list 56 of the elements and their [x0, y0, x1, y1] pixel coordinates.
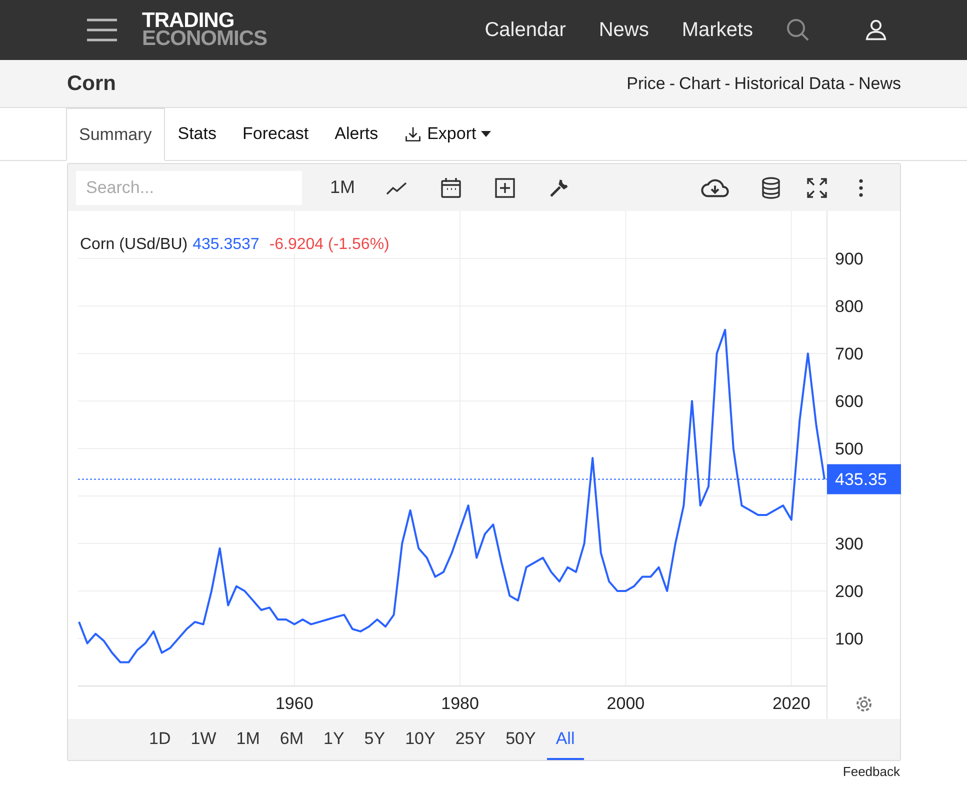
range-tab[interactable]: 1W [182, 719, 226, 760]
search-field[interactable]: Search... [76, 170, 302, 204]
axis-label: 200 [835, 582, 864, 601]
period-button[interactable]: 1M [330, 177, 356, 198]
search-icon[interactable] [786, 18, 810, 42]
menu-icon[interactable] [87, 18, 117, 42]
range-tab[interactable]: 50Y [496, 719, 545, 760]
tab[interactable]: Summary [66, 108, 165, 161]
fullscreen-icon[interactable] [805, 176, 830, 200]
feedback-link[interactable]: Feedback [0, 764, 900, 779]
ref-line-label: 435.35 [835, 470, 887, 490]
range-tab[interactable]: 10Y [396, 719, 444, 760]
tab[interactable]: Alerts [322, 108, 392, 160]
axis-label: 100 [835, 630, 864, 648]
axis-label: 900 [835, 250, 864, 268]
axis-label: 500 [835, 440, 864, 458]
axis-label: 700 [835, 344, 864, 364]
range-tab[interactable]: All [546, 719, 584, 760]
separator: - [848, 74, 854, 94]
logo[interactable]: TRADING ECONOMICS [142, 12, 268, 48]
separator: - [724, 74, 730, 94]
axis-label: 2000 [606, 694, 645, 713]
axis-label: 2020 [772, 694, 810, 713]
nav-link[interactable]: Markets [682, 18, 753, 42]
section-link[interactable]: Chart [679, 74, 721, 94]
axis-label: 600 [835, 392, 864, 411]
user-icon[interactable] [865, 19, 887, 41]
download-icon [404, 125, 422, 143]
axis-label: 800 [835, 297, 864, 316]
calendar-icon[interactable] [439, 176, 464, 200]
range-tab[interactable]: 1Y [314, 719, 354, 760]
axis-label: 1980 [441, 694, 479, 713]
section-link[interactable]: Historical Data [734, 74, 845, 94]
last-price-label: 435.35 [827, 464, 901, 494]
series-name: Corn (USd/BU) [80, 236, 188, 254]
tab[interactable]: Stats [164, 108, 230, 160]
range-tab[interactable]: 6M [270, 719, 312, 760]
series-price: 435.3537 [192, 236, 260, 254]
range-tab[interactable]: 1D [140, 719, 180, 760]
separator: - [669, 74, 676, 94]
range-tab[interactable]: 1M [227, 719, 269, 760]
tab[interactable]: Forecast [229, 108, 322, 160]
settings-icon[interactable] [856, 696, 872, 712]
range-tab[interactable]: 5Y [355, 719, 394, 760]
tab[interactable]: Export [391, 108, 504, 160]
axis-label: 1960 [275, 694, 314, 713]
section-link[interactable]: Price [626, 74, 666, 94]
page-title: Corn [67, 72, 116, 96]
axis-label: 300 [835, 534, 864, 554]
section-link[interactable]: News [858, 74, 901, 94]
caret-icon [481, 131, 492, 137]
nav-link[interactable]: News [598, 18, 649, 42]
range-tab[interactable]: 25Y [446, 719, 495, 760]
nav-link[interactable]: Calendar [484, 18, 566, 42]
series-change: -6.9204 (-1.56%) [269, 236, 390, 254]
add-icon[interactable] [493, 176, 518, 200]
